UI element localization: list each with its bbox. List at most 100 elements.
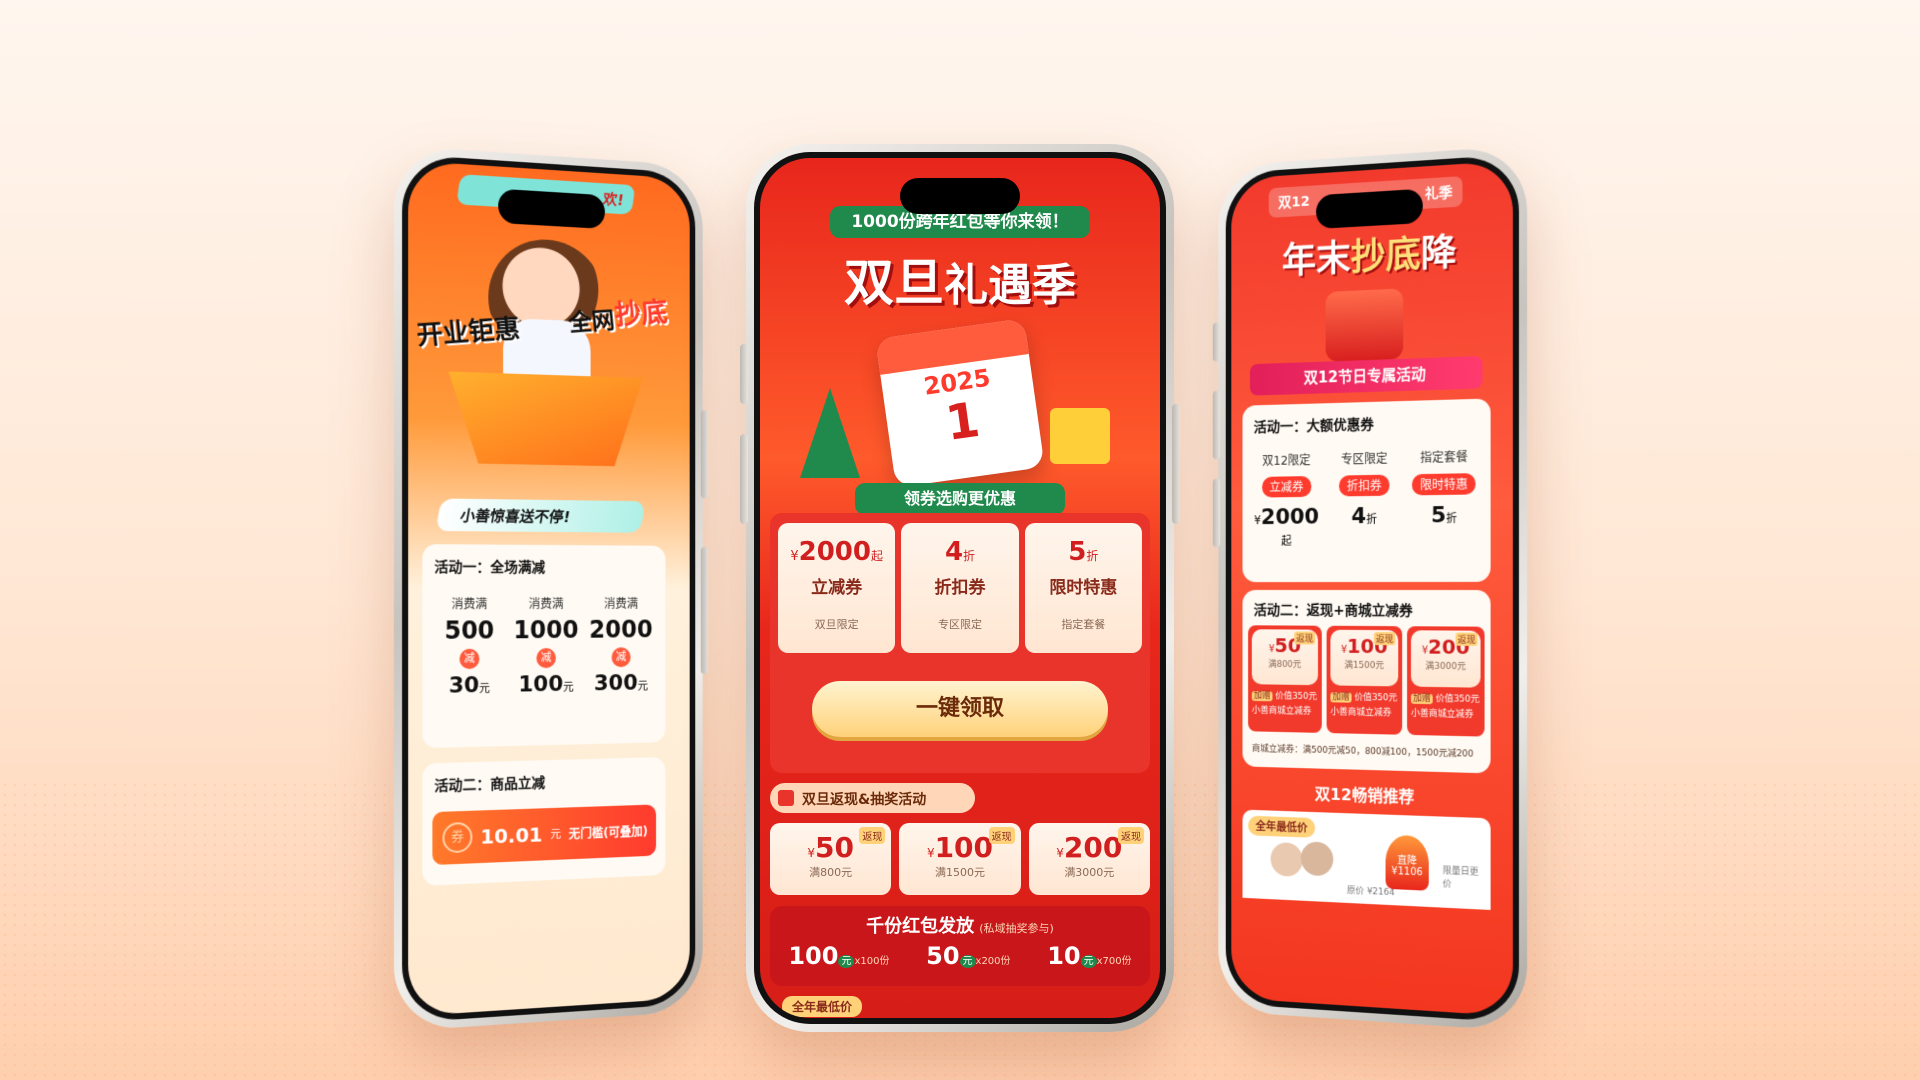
redpack-note: (私域抽奖参与) [979, 922, 1054, 935]
cashback-condition: 满800元 [1268, 659, 1302, 671]
coupon-card[interactable]: 4折 折扣券 专区限定 [901, 523, 1019, 653]
coupon-panel: ¥2000起 立减券 双旦限定 4折 折扣券 专区限定 5折 限时特惠 指定套餐… [770, 513, 1150, 773]
redpack-item[interactable]: 10 元 x700份 [1047, 942, 1131, 970]
cashback-card[interactable]: 返现 ¥100 满1500元 [899, 823, 1021, 895]
side-button [740, 434, 748, 524]
coupon-suffix: 折 [1086, 549, 1099, 563]
cashback-condition: 满1500元 [934, 866, 985, 879]
redpack-value: 10 [1047, 942, 1081, 970]
cashback-tag: 返现 [859, 827, 886, 844]
tier-label: 消费满 [528, 596, 564, 612]
redpack-unit: 元 [959, 955, 976, 968]
coupon-card[interactable]: ¥2000起 立减券 双旦限定 [778, 523, 896, 653]
cashback-card[interactable]: 返现 ¥50 满800元 [770, 823, 892, 895]
claim-all-button[interactable]: 一键领取 [812, 681, 1108, 737]
coupon-suffix: 起 [870, 549, 883, 563]
section-two-header: 双旦返现&抽奖活动 [770, 783, 975, 813]
screen-left[interactable]: 欢! 开业钜惠 全网 抄底 小善惊喜送不停! 活动一：全场满减 消费满 500 … [408, 160, 690, 1017]
tier-unit: 元 [563, 680, 574, 694]
flame-value: ¥1106 [1391, 865, 1423, 879]
bonus-value: 价值350元 [1275, 691, 1318, 703]
recommend-title: 双12畅销推荐 [1314, 784, 1415, 807]
coupon-item[interactable]: 专区限定 折扣券 4折 [1328, 449, 1402, 548]
coupon-suffix: 折 [1366, 512, 1377, 527]
cashback-prefix: ¥ [807, 846, 815, 860]
cashback-tag: 返现 [1455, 632, 1478, 646]
coupon-pill: 立减券 [1261, 476, 1311, 498]
cashback-card[interactable]: 返现 ¥50 满800元 加赠 价值350元 小善商城立减券 [1248, 625, 1322, 733]
redpack-value: 50 [926, 942, 960, 970]
tier-item[interactable]: 消费满 500 减 30元 [434, 595, 504, 699]
screen-right[interactable]: 双12 礼季 年末抄底降 双12节日专属活动 活动一：大额优惠券 双12限定 立… [1231, 160, 1513, 1017]
tier-amount: 500 [444, 616, 495, 645]
cashback-condition: 满800元 [809, 866, 853, 879]
tier-amount: 1000 [513, 615, 579, 645]
redpack-panel: 千份红包发放 (私域抽奖参与) 100 元 x100份 50 元 x200份 10 元 x7… [770, 906, 1150, 986]
top-ribbon-text: 欢! [601, 190, 626, 210]
tier-cut-badge: 减 [611, 647, 631, 668]
side-button [1172, 404, 1180, 524]
coupon-suffix: 折 [1446, 511, 1458, 526]
side-button [1212, 322, 1221, 362]
side-button [700, 546, 709, 674]
tier-item[interactable]: 消费满 2000 减 300元 [588, 595, 654, 696]
redpack-count: x100份 [854, 956, 890, 967]
coupon-banner: 领券选购更优惠 [855, 483, 1065, 515]
coupon-label: 双12限定 [1262, 453, 1311, 469]
bonus-tag: 加赠 [1251, 691, 1273, 702]
activity-two-title: 活动二：返现+商城立减券 [1253, 602, 1413, 620]
coupon-item[interactable]: 双12限定 立减券 ¥2000 起 [1251, 451, 1323, 549]
activity-one-card: 活动一：大额优惠券 双12限定 立减券 ¥2000起 专区限定 折扣券 4折 指… [1242, 398, 1491, 583]
cashback-condition: 满3000元 [1425, 661, 1466, 673]
cashback-tag: 返现 [1373, 632, 1396, 646]
cashback-card[interactable]: 返现 ¥200 满3000元 加赠 价值350元 小善商城立减券 [1407, 626, 1485, 737]
coupon-suffix: 折 [963, 549, 976, 563]
bonus-tag: 加赠 [1330, 692, 1352, 703]
dynamic-island [1316, 188, 1423, 229]
coupon-type: 折扣券 [934, 578, 986, 598]
tier-cut-badge: 减 [459, 648, 480, 670]
tier-cut-value: 30 [448, 672, 480, 699]
event-banner: 双12节日专属活动 [1249, 355, 1483, 396]
coupon-value: 10.01 [480, 822, 543, 849]
cashback-card[interactable]: 返现 ¥200 满3000元 [1028, 823, 1150, 895]
gift-box-icon [1050, 408, 1110, 464]
banner-text: 小善惊喜送不停! [458, 506, 572, 527]
red-envelope-icon [1325, 288, 1404, 362]
coupon-suffix: 起 [1281, 534, 1292, 548]
redpack-item[interactable]: 100 元 x100份 [788, 942, 889, 970]
redpack-value: 100 [788, 942, 839, 970]
lowest-price-tag: 全年最低价 [782, 996, 863, 1017]
side-button [740, 344, 748, 404]
cashback-condition: 满1500元 [1344, 660, 1385, 672]
screen-center[interactable]: 1000份跨年红包等你来领！ 双旦礼遇季 2025 1 领券选购更优惠 ¥200… [760, 158, 1160, 1018]
redpack-item[interactable]: 50 元 x200份 [926, 942, 1010, 970]
cashback-card[interactable]: 返现 ¥100 满1500元 加赠 价值350元 小善商城立减券 [1326, 625, 1403, 735]
coupon-item[interactable]: 指定套餐 限时特惠 5折 [1406, 448, 1481, 548]
redpack-header: 千份红包发放 (私域抽奖参与) [770, 906, 1150, 938]
title-part-b: 抄底 [1350, 234, 1421, 279]
tier-item[interactable]: 消费满 1000 减 100元 [512, 595, 580, 698]
coupon-strip[interactable]: 券 10.01 元 无门槛(可叠加) [432, 804, 657, 866]
campaign-title: 年末抄底降 [1244, 221, 1496, 286]
coupon-prefix: ¥ [790, 549, 799, 564]
tier-cut-value: 300 [593, 670, 638, 697]
tier-unit: 元 [479, 681, 491, 696]
cashback-list: 返现 ¥50 满800元 加赠 价值350元 小善商城立减券 返现 ¥100 满… [1248, 625, 1485, 737]
coupon-type: 立减券 [811, 578, 863, 598]
coupon-value: 4 [944, 537, 964, 567]
bonus-note: 小善商城立减券 [1251, 705, 1312, 717]
campaign-title: 双旦礼遇季 [800, 243, 1120, 315]
top-ribbon-text: 双12 [1278, 193, 1310, 212]
cashback-condition: 满3000元 [1064, 866, 1115, 879]
product-card[interactable]: 全年最低价 原价 ¥2164 直降 ¥1106 限量日更价 [1242, 809, 1491, 910]
activity-one-card: 活动一：全场满减 消费满 500 减 30元 消费满 1000 减 100元 消… [422, 544, 666, 749]
title-part-a: 双旦 [844, 254, 944, 312]
coupon-card[interactable]: 5折 限时特惠 指定套餐 [1024, 523, 1142, 653]
flame-icon: 直降 ¥1106 [1385, 834, 1429, 891]
coupon-list: 双12限定 立减券 ¥2000起 专区限定 折扣券 4折 指定套餐 限时特惠 5… [1248, 448, 1484, 549]
cashback-tag: 返现 [1294, 631, 1316, 645]
coupon-value: 4 [1351, 504, 1367, 530]
tier-label: 消费满 [603, 596, 639, 611]
avatar [1300, 841, 1334, 877]
